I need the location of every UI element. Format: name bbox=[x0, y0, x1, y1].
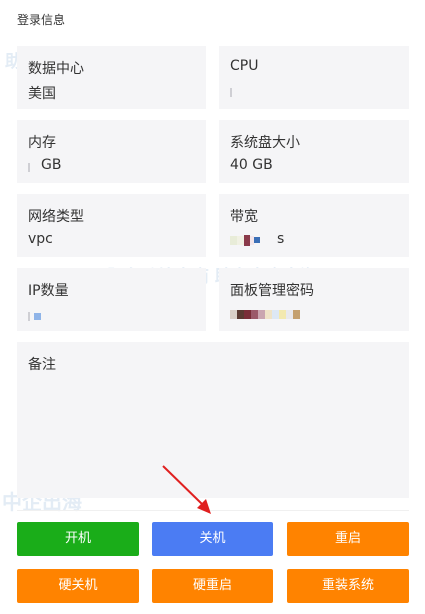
disk-value: 40 GB bbox=[230, 157, 273, 173]
cpu-label: CPU bbox=[230, 58, 259, 74]
memory-label: 内存 bbox=[28, 135, 56, 151]
panel-password-label: 面板管理密码 bbox=[230, 283, 314, 299]
reinstall-button[interactable]: 重装系统 bbox=[287, 569, 409, 603]
cpu-value-redacted bbox=[230, 86, 232, 98]
remarks-label: 备注 bbox=[28, 357, 56, 373]
network-label: 网络类型 bbox=[28, 209, 84, 225]
card-ip-count: IP数量 bbox=[17, 268, 206, 331]
memory-value-redacted bbox=[28, 161, 30, 173]
network-value: vpc bbox=[28, 231, 53, 247]
hard-power-off-button[interactable]: 硬关机 bbox=[17, 569, 139, 603]
section-title: 登录信息 bbox=[17, 13, 66, 27]
ip-count-label: IP数量 bbox=[28, 283, 69, 299]
restart-button[interactable]: 重启 bbox=[287, 522, 409, 556]
card-memory: 内存 GB bbox=[17, 120, 206, 183]
card-network: 网络类型 vpc bbox=[17, 194, 206, 257]
panel-password-value-redacted bbox=[230, 308, 300, 320]
bandwidth-value: s bbox=[277, 231, 285, 247]
card-bandwidth: 带宽 s bbox=[219, 194, 409, 257]
card-datacenter: 数据中心 美国 bbox=[17, 46, 206, 109]
memory-value: GB bbox=[41, 157, 62, 173]
card-cpu: CPU bbox=[219, 46, 409, 109]
datacenter-label: 数据中心 bbox=[28, 61, 84, 77]
hard-restart-button[interactable]: 硬重启 bbox=[152, 569, 273, 603]
disk-label: 系统盘大小 bbox=[230, 135, 300, 151]
ip-count-value-redacted bbox=[28, 310, 41, 322]
divider bbox=[17, 510, 409, 511]
datacenter-value: 美国 bbox=[28, 86, 56, 102]
card-panel-password: 面板管理密码 bbox=[219, 268, 409, 331]
card-disk: 系统盘大小 40 GB bbox=[219, 120, 409, 183]
bandwidth-value-redacted bbox=[230, 234, 260, 246]
power-on-button[interactable]: 开机 bbox=[17, 522, 139, 556]
card-remarks: 备注 bbox=[17, 342, 409, 498]
power-off-button[interactable]: 关机 bbox=[152, 522, 273, 556]
bandwidth-label: 带宽 bbox=[230, 209, 258, 225]
